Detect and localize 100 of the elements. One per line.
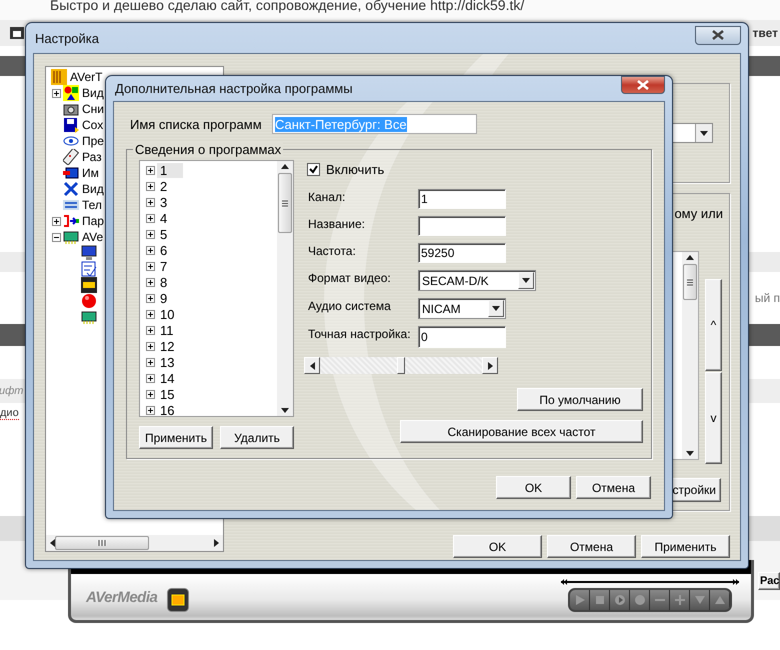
- close-button[interactable]: [621, 76, 665, 94]
- dropdown-arrow-icon: [492, 306, 500, 311]
- list-button[interactable]: Применить: [139, 426, 213, 449]
- expand-icon[interactable]: [146, 294, 155, 302]
- tree-item-label[interactable]: Пар: [82, 214, 104, 228]
- text-field[interactable]: 59250: [418, 243, 506, 263]
- tree-item-label[interactable]: Вид: [82, 182, 104, 196]
- page-button[interactable]: Рас: [758, 572, 780, 590]
- tree-item-label[interactable]: AVe: [82, 230, 104, 244]
- expand-icon[interactable]: [52, 216, 61, 226]
- scroll-right-icon: [214, 539, 219, 547]
- tree-item-label[interactable]: AVerT: [70, 70, 102, 84]
- tree-item-label[interactable]: Вид: [82, 86, 104, 100]
- checklist-icon: [81, 261, 97, 277]
- play-icon: [574, 594, 586, 606]
- expand-icon[interactable]: [146, 342, 155, 350]
- dropdown[interactable]: NICAM: [418, 298, 506, 319]
- program-item[interactable]: 6: [157, 242, 170, 258]
- page-text: твет: [752, 26, 778, 40]
- down-icon: [694, 594, 706, 606]
- text-field[interactable]: [418, 216, 506, 236]
- field-label: Канал:: [308, 190, 346, 204]
- program-item[interactable]: 12: [157, 338, 178, 354]
- scroll-down-icon: [686, 451, 694, 456]
- page-text: дио: [0, 406, 19, 420]
- program-item[interactable]: 2: [157, 178, 170, 194]
- tree-item-label[interactable]: Тел: [82, 198, 102, 212]
- field-label: Точная настройка:: [308, 327, 412, 341]
- program-item[interactable]: 3: [157, 194, 170, 210]
- collapse-icon[interactable]: [52, 232, 61, 242]
- scan-button[interactable]: Сканирование всех частот: [400, 420, 643, 443]
- program-item[interactable]: 7: [157, 258, 170, 274]
- expand-icon[interactable]: [146, 246, 155, 254]
- program-item[interactable]: 13: [157, 354, 178, 370]
- checkmark-icon: [309, 165, 318, 174]
- close-icon: [637, 80, 649, 90]
- expand-icon[interactable]: [146, 406, 155, 414]
- connector-icon: [63, 213, 79, 229]
- program-item[interactable]: 16: [157, 402, 178, 416]
- enable-checkbox[interactable]: [307, 163, 320, 176]
- dialog-button[interactable]: Отмена: [547, 535, 636, 558]
- list-button[interactable]: Удалить: [220, 426, 294, 449]
- text-field[interactable]: 0: [418, 326, 506, 348]
- program-item[interactable]: 10: [157, 306, 178, 322]
- program-item[interactable]: 1: [157, 162, 183, 178]
- tree-item-label[interactable]: Раз: [82, 150, 102, 164]
- program-item[interactable]: 9: [157, 290, 170, 306]
- dialog-button[interactable]: Отмена: [576, 476, 651, 499]
- field-label: Имя списка программ: [130, 116, 263, 132]
- tree-item-label[interactable]: Пре: [82, 134, 104, 148]
- expand-icon[interactable]: [146, 182, 155, 190]
- circuit-board-icon: [81, 309, 97, 325]
- program-item[interactable]: 8: [157, 274, 170, 290]
- tools-icon: [63, 181, 79, 197]
- expand-icon[interactable]: [146, 230, 155, 238]
- dialog-button[interactable]: OK: [453, 535, 542, 558]
- text-field[interactable]: 1: [418, 189, 506, 209]
- fine-tune-slider[interactable]: [304, 357, 498, 374]
- grip-icon: [98, 540, 106, 546]
- program-item[interactable]: 15: [157, 386, 178, 402]
- program-item[interactable]: 11: [157, 322, 176, 338]
- tree-item-label[interactable]: Сни: [82, 102, 104, 116]
- film-icon: [81, 277, 97, 293]
- vertical-scrollbar[interactable]: [277, 161, 293, 416]
- expand-icon[interactable]: [146, 374, 155, 382]
- expand-icon[interactable]: [52, 88, 61, 98]
- tree-item-label[interactable]: Им: [82, 166, 99, 180]
- default-button[interactable]: По умолчанию: [517, 388, 643, 411]
- horizontal-scrollbar[interactable]: [46, 535, 223, 551]
- expand-icon[interactable]: [146, 310, 155, 318]
- dialog-button[interactable]: OK: [496, 476, 571, 499]
- bars-icon: [51, 69, 67, 85]
- up-icon: [714, 594, 726, 606]
- slider-thumb[interactable]: [397, 357, 405, 374]
- stop-icon: [594, 594, 606, 606]
- move-down-button[interactable]: v: [705, 372, 722, 464]
- dropdown-arrow-icon: [522, 278, 530, 283]
- dropdown[interactable]: SECAM-D/K: [418, 270, 536, 291]
- dialog-button[interactable]: Применить: [641, 535, 730, 558]
- program-item[interactable]: 5: [157, 226, 170, 242]
- expand-icon[interactable]: [146, 358, 155, 366]
- tree-item-label[interactable]: Сох: [82, 118, 104, 132]
- expand-icon[interactable]: [146, 278, 155, 286]
- remote-control-icon: [63, 149, 79, 165]
- program-item[interactable]: 4: [157, 210, 170, 226]
- expand-icon[interactable]: [146, 214, 155, 222]
- window-toggle-icon[interactable]: [167, 588, 190, 612]
- expand-icon[interactable]: [146, 326, 155, 334]
- toolbar-icon[interactable]: [10, 27, 24, 39]
- expand-icon[interactable]: [146, 390, 155, 398]
- circuit-board-icon: [63, 229, 79, 245]
- program-item[interactable]: 14: [157, 370, 178, 386]
- expand-icon[interactable]: [146, 198, 155, 206]
- dialog-title: Дополнительная настройка программы: [114, 81, 353, 96]
- expand-icon[interactable]: [146, 166, 155, 174]
- vertical-scrollbar[interactable]: [682, 252, 698, 459]
- window-title: Настройка: [34, 30, 99, 46]
- close-button[interactable]: [695, 26, 741, 44]
- move-up-button[interactable]: ^: [705, 279, 722, 371]
- expand-icon[interactable]: [146, 262, 155, 270]
